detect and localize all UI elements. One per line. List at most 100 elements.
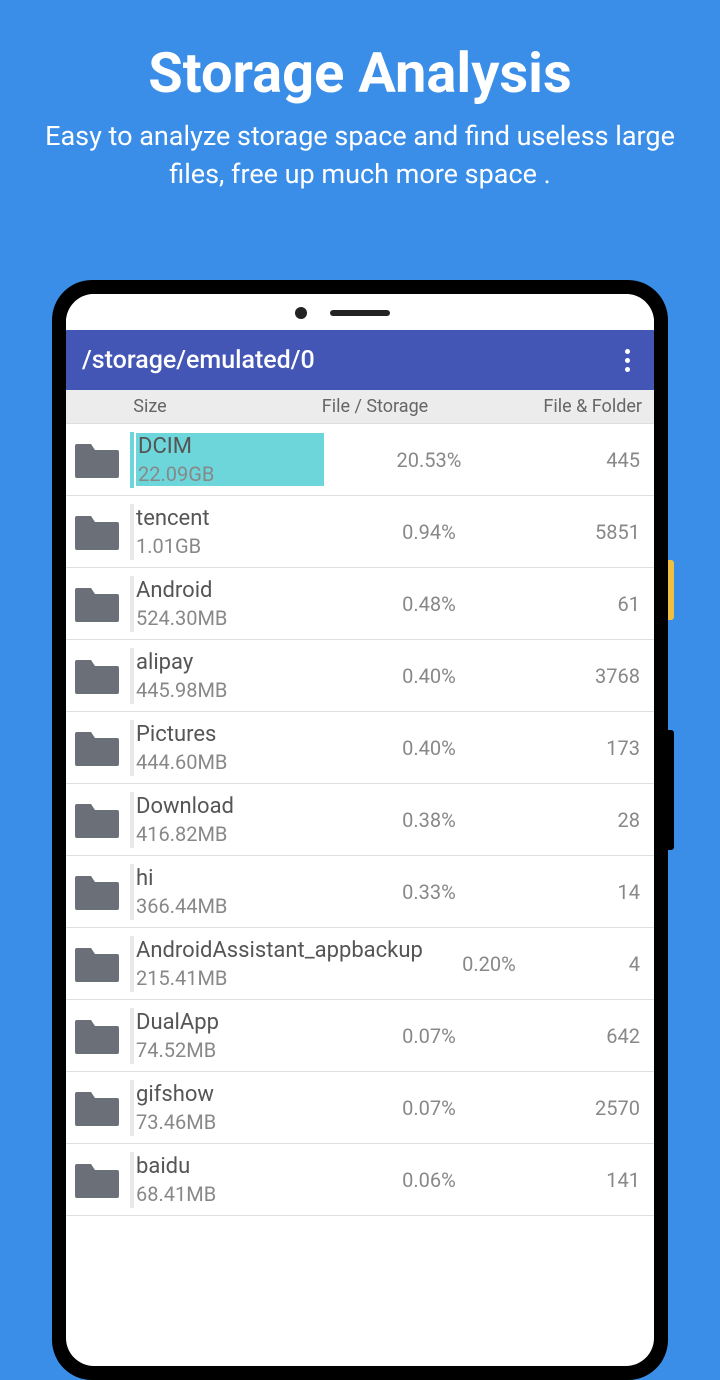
folder-size: 444.60MB (136, 750, 324, 774)
usage-bar (130, 864, 134, 920)
name-block: Pictures444.60MB (134, 721, 324, 774)
folder-percent: 0.94% (324, 520, 534, 544)
folder-count: 173 (534, 736, 644, 760)
folder-icon (72, 440, 122, 480)
folder-row[interactable]: DualApp74.52MB0.07%642 (66, 1000, 654, 1072)
folder-name: Download (136, 793, 324, 822)
folder-percent: 0.38% (324, 808, 534, 832)
phone-side-button (668, 560, 674, 620)
name-block: baidu68.41MB (134, 1153, 324, 1206)
folder-percent: 0.06% (324, 1168, 534, 1192)
promo-subtitle: Easy to analyze storage space and find u… (0, 118, 720, 194)
folder-name: AndroidAssistant_appbackup (136, 937, 444, 966)
name-block: gifshow73.46MB (134, 1081, 324, 1134)
col-ratio[interactable]: File / Storage (206, 396, 504, 417)
folder-name: tencent (136, 505, 324, 534)
folder-row[interactable]: alipay445.98MB0.40%3768 (66, 640, 654, 712)
folder-name: alipay (136, 649, 324, 678)
folder-size: 524.30MB (136, 606, 324, 630)
usage-bar (130, 792, 134, 848)
folder-icon (72, 1160, 122, 1200)
folder-name: Pictures (136, 721, 324, 750)
folder-row[interactable]: Download416.82MB0.38%28 (66, 784, 654, 856)
folder-row[interactable]: baidu68.41MB0.06%141 (66, 1144, 654, 1216)
col-size[interactable]: Size (66, 396, 206, 417)
name-block: DualApp74.52MB (134, 1009, 324, 1062)
folder-size: 445.98MB (136, 678, 324, 702)
usage-bar (130, 432, 134, 488)
name-block: hi366.44MB (134, 865, 324, 918)
folder-count: 3768 (534, 664, 644, 688)
usage-bar (130, 1152, 134, 1208)
folder-count: 5851 (534, 520, 644, 544)
name-block: Download416.82MB (134, 793, 324, 846)
folder-count: 4 (534, 952, 644, 976)
phone-frame: /storage/emulated/0 Size File / Storage … (52, 280, 668, 1380)
screen: /storage/emulated/0 Size File / Storage … (66, 294, 654, 1366)
folder-name: Android (136, 577, 324, 606)
folder-percent: 0.07% (324, 1096, 534, 1120)
folder-percent: 0.33% (324, 880, 534, 904)
column-header: Size File / Storage File & Folder (66, 390, 654, 424)
folder-name: DCIM (136, 433, 324, 462)
folder-row[interactable]: AndroidAssistant_appbackup215.41MB0.20%4 (66, 928, 654, 1000)
folder-row[interactable]: DCIM22.09GB20.53%445 (66, 424, 654, 496)
app-bar: /storage/emulated/0 (66, 330, 654, 390)
folder-percent: 0.40% (324, 664, 534, 688)
folder-icon (72, 1016, 122, 1056)
folder-percent: 0.20% (444, 952, 534, 976)
col-count[interactable]: File & Folder (504, 396, 654, 417)
usage-bar (130, 576, 134, 632)
usage-bar (130, 936, 134, 992)
name-block: Android524.30MB (134, 577, 324, 630)
folder-row[interactable]: Pictures444.60MB0.40%173 (66, 712, 654, 784)
usage-bar (130, 504, 134, 560)
phone-speaker (330, 310, 390, 316)
usage-bar (130, 648, 134, 704)
folder-percent: 0.40% (324, 736, 534, 760)
folder-icon (72, 800, 122, 840)
folder-percent: 20.53% (324, 448, 534, 472)
name-block: alipay445.98MB (134, 649, 324, 702)
usage-bar (130, 1080, 134, 1136)
folder-count: 61 (534, 592, 644, 616)
folder-row[interactable]: Android524.30MB0.48%61 (66, 568, 654, 640)
folder-size: 73.46MB (136, 1110, 324, 1134)
file-list[interactable]: DCIM22.09GB20.53%445tencent1.01GB0.94%58… (66, 424, 654, 1366)
folder-size: 68.41MB (136, 1182, 324, 1206)
folder-size: 366.44MB (136, 894, 324, 918)
name-block: AndroidAssistant_appbackup215.41MB (134, 937, 444, 990)
folder-size: 215.41MB (136, 966, 444, 990)
phone-camera (295, 307, 307, 319)
folder-name: DualApp (136, 1009, 324, 1038)
folder-row[interactable]: tencent1.01GB0.94%5851 (66, 496, 654, 568)
name-block: DCIM22.09GB (134, 433, 324, 486)
path-title: /storage/emulated/0 (82, 346, 315, 375)
usage-bar (130, 1008, 134, 1064)
folder-count: 2570 (534, 1096, 644, 1120)
overflow-menu-icon[interactable] (617, 341, 638, 380)
name-block: tencent1.01GB (134, 505, 324, 558)
folder-name: gifshow (136, 1081, 324, 1110)
folder-icon (72, 584, 122, 624)
usage-bar (130, 720, 134, 776)
phone-side-button (668, 730, 674, 850)
folder-name: baidu (136, 1153, 324, 1182)
folder-icon (72, 656, 122, 696)
folder-row[interactable]: gifshow73.46MB0.07%2570 (66, 1072, 654, 1144)
folder-size: 74.52MB (136, 1038, 324, 1062)
folder-count: 642 (534, 1024, 644, 1048)
folder-icon (72, 728, 122, 768)
folder-name: hi (136, 865, 324, 894)
folder-count: 445 (534, 448, 644, 472)
folder-icon (72, 1088, 122, 1128)
folder-icon (72, 512, 122, 552)
folder-size: 1.01GB (136, 534, 324, 558)
folder-size: 416.82MB (136, 822, 324, 846)
promo-title: Storage Analysis (0, 40, 720, 106)
folder-count: 141 (534, 1168, 644, 1192)
folder-row[interactable]: hi366.44MB0.33%14 (66, 856, 654, 928)
folder-count: 28 (534, 808, 644, 832)
folder-percent: 0.48% (324, 592, 534, 616)
folder-size: 22.09GB (136, 462, 324, 486)
